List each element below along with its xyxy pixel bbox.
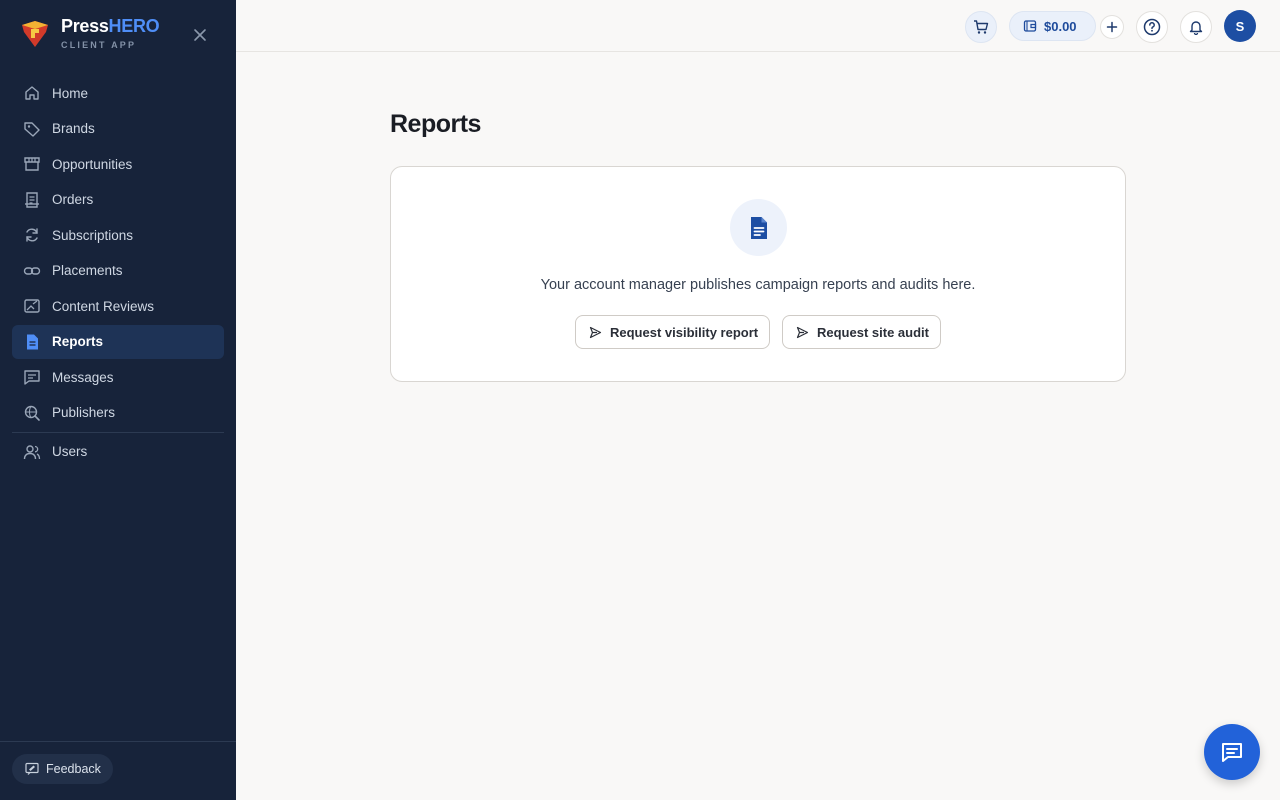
sidebar-item-label: Reports: [52, 334, 104, 349]
topbar: $0.00 S: [236, 0, 1280, 52]
cart-icon: [974, 20, 989, 34]
sidebar-footer: Feedback: [0, 741, 236, 800]
sidebar-item-label: Users: [52, 444, 88, 459]
help-circle-icon: [1143, 18, 1161, 36]
cart-button[interactable]: [965, 11, 997, 43]
wallet-balance: $0.00: [1044, 19, 1077, 34]
notifications-button[interactable]: [1180, 11, 1212, 43]
page-title: Reports: [390, 110, 481, 138]
sidebar-nav: Home Brands Opportunities Orders Subscri…: [12, 76, 224, 470]
report-icon-badge: [730, 199, 787, 256]
brand-logo-icon: [22, 21, 48, 47]
chat-button[interactable]: [1204, 724, 1260, 780]
search-globe-icon: [24, 405, 40, 421]
empty-state-message: Your account manager publishes campaign …: [540, 277, 976, 293]
receipt-icon: [25, 191, 39, 208]
bell-icon: [1189, 21, 1203, 35]
request-site-audit-button[interactable]: Request site audit: [782, 315, 941, 349]
sidebar-item-opportunities[interactable]: Opportunities: [12, 147, 224, 181]
sidebar-item-brands[interactable]: Brands: [12, 112, 224, 146]
reports-empty-state-card: Your account manager publishes campaign …: [390, 166, 1126, 382]
plus-icon: [1106, 21, 1118, 33]
sidebar-item-reports[interactable]: Reports: [12, 324, 224, 359]
sidebar-item-publishers[interactable]: Publishers: [12, 396, 224, 430]
send-icon: [796, 326, 809, 339]
help-button[interactable]: [1136, 11, 1168, 43]
sidebar-item-label: Opportunities: [52, 156, 133, 172]
document-icon: [750, 216, 767, 239]
sidebar-item-orders[interactable]: Orders: [12, 183, 224, 217]
sidebar-item-subscriptions[interactable]: Subscriptions: [12, 218, 224, 252]
image-edit-icon: [24, 299, 40, 313]
sidebar: PressHERO CLIENT APP Home Brands Opportu…: [0, 0, 236, 800]
close-icon[interactable]: [190, 25, 210, 45]
brand-subtitle: CLIENT APP: [61, 40, 137, 50]
request-visibility-report-label: Request visibility report: [610, 324, 759, 340]
feedback-icon: [25, 762, 39, 775]
wallet-balance-button[interactable]: $0.00: [1009, 11, 1096, 41]
sidebar-item-users[interactable]: Users: [12, 435, 224, 469]
home-icon: [25, 86, 39, 100]
sidebar-item-home[interactable]: Home: [12, 76, 224, 110]
feedback-label: Feedback: [46, 762, 101, 776]
sidebar-item-label: Brands: [52, 121, 95, 136]
refresh-icon: [26, 228, 38, 242]
send-icon: [589, 326, 602, 339]
sidebar-item-label: Home: [52, 85, 89, 101]
add-funds-button[interactable]: [1100, 15, 1124, 39]
users-icon: [23, 444, 41, 459]
sidebar-item-content-reviews[interactable]: Content Reviews: [12, 289, 224, 323]
storefront-icon: [24, 157, 40, 171]
brand-title: PressHERO: [61, 16, 160, 36]
sidebar-item-label: Publishers: [52, 405, 116, 420]
sidebar-item-label: Subscriptions: [52, 227, 134, 243]
message-icon: [24, 370, 40, 385]
sidebar-item-label: Placements: [52, 263, 123, 278]
wallet-icon: [1023, 20, 1037, 32]
sidebar-item-label: Orders: [52, 192, 94, 207]
sidebar-item-messages[interactable]: Messages: [12, 360, 224, 394]
request-visibility-report-button[interactable]: Request visibility report: [575, 315, 770, 349]
tag-icon: [24, 121, 40, 137]
chat-icon: [1222, 743, 1242, 762]
link-icon: [23, 266, 41, 275]
document-icon: [27, 334, 38, 349]
avatar[interactable]: S: [1224, 10, 1256, 42]
sidebar-divider: [12, 431, 224, 433]
sidebar-item-label: Content Reviews: [52, 298, 155, 314]
feedback-button[interactable]: Feedback: [12, 754, 113, 784]
request-site-audit-label: Request site audit: [817, 324, 929, 340]
sidebar-item-label: Messages: [52, 369, 114, 385]
sidebar-item-placements[interactable]: Placements: [12, 254, 224, 288]
